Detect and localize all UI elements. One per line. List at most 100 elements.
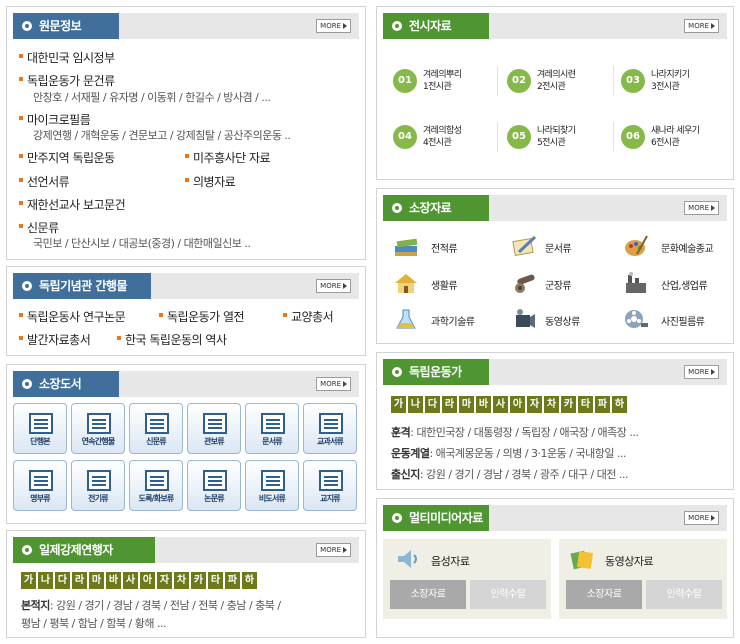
index-button[interactable]: 아 bbox=[510, 396, 525, 413]
index-button[interactable]: 다 bbox=[425, 396, 440, 413]
holdings-button[interactable]: 소장자료 bbox=[390, 580, 466, 609]
panel-tab[interactable]: 소장자료 bbox=[383, 195, 489, 221]
list-item[interactable]: 독립운동사 연구논문 bbox=[19, 308, 126, 325]
index-button[interactable]: 라 bbox=[442, 396, 457, 413]
panel-title: 멀티미디어자료 bbox=[409, 511, 483, 525]
library-button[interactable]: 비도서류 bbox=[245, 460, 299, 511]
more-button[interactable]: MORE bbox=[684, 365, 719, 379]
more-button[interactable]: MORE bbox=[684, 19, 719, 33]
panel-tab[interactable]: 일제강제연행자 bbox=[13, 537, 155, 563]
origin-links[interactable]: 본적지: 강원 / 경기 / 경남 / 경북 / 전남 / 전북 / 충남 / … bbox=[21, 597, 281, 613]
audio-box: 음성자료 소장자료 인력수탈 bbox=[383, 539, 551, 619]
index-button[interactable]: 바 bbox=[106, 572, 121, 589]
index-button[interactable]: 하 bbox=[242, 572, 257, 589]
list-item[interactable]: 한국 독립운동의 역사 bbox=[117, 331, 227, 348]
list-item[interactable]: 독립운동가 열전 bbox=[159, 308, 245, 325]
filter-row[interactable]: 훈격: 대한민국장 / 대통령장 / 독립장 / 애국장 / 애족장 ... bbox=[391, 424, 639, 440]
panel-title: 전시자료 bbox=[409, 19, 452, 33]
index-button[interactable]: 라 bbox=[72, 572, 87, 589]
library-button[interactable]: 교과서류 bbox=[303, 403, 357, 454]
bullet-icon bbox=[19, 201, 23, 205]
index-button[interactable]: 나 bbox=[38, 572, 53, 589]
bullet-icon bbox=[19, 154, 23, 158]
library-button[interactable]: 문서류 bbox=[245, 403, 299, 454]
palette-icon bbox=[625, 235, 648, 256]
panel-tab[interactable]: 독립기념관 간행물 bbox=[13, 273, 151, 299]
forced-panel: 일제강제연행자 MORE 가나다라마바사아자차카타파하 본적지: 강원 / 경기… bbox=[6, 530, 366, 638]
list-item[interactable]: 교양총서 bbox=[283, 308, 334, 325]
library-button[interactable]: 연속간행물 bbox=[71, 403, 125, 454]
labor-button[interactable]: 인력수탈 bbox=[470, 580, 546, 609]
list-item[interactable]: 독립운동가 문건류 bbox=[19, 72, 115, 89]
sub-links[interactable]: 국민보 / 단산시보 / 대공보(중경) / 대한매일신보 .. bbox=[33, 235, 251, 251]
index-button[interactable]: 파 bbox=[595, 396, 610, 413]
index-button[interactable]: 차 bbox=[544, 396, 559, 413]
index-button[interactable]: 사 bbox=[493, 396, 508, 413]
hall-name: 겨레의시련 2전시관 bbox=[537, 70, 576, 92]
more-button[interactable]: MORE bbox=[316, 19, 351, 33]
speaker-icon bbox=[398, 550, 417, 568]
index-button[interactable]: 자 bbox=[157, 572, 172, 589]
list-item[interactable]: 선언서류 bbox=[19, 173, 70, 190]
bullet-icon bbox=[22, 21, 32, 31]
library-button[interactable]: 관보류 bbox=[187, 403, 241, 454]
index-button[interactable]: 가 bbox=[21, 572, 36, 589]
panel-tab[interactable]: 독립운동가 bbox=[383, 359, 489, 385]
more-button[interactable]: MORE bbox=[316, 543, 351, 557]
index-button[interactable]: 나 bbox=[408, 396, 423, 413]
index-button[interactable]: 타 bbox=[578, 396, 593, 413]
more-button[interactable]: MORE bbox=[684, 201, 719, 215]
panel-tab[interactable]: 소장도서 bbox=[13, 371, 119, 397]
index-button[interactable]: 아 bbox=[140, 572, 155, 589]
holdings-button[interactable]: 소장자료 bbox=[566, 580, 642, 609]
bullet-icon bbox=[392, 513, 402, 523]
initial-index: 가나다라마바사아자차카타파하 bbox=[21, 572, 257, 589]
filter-row[interactable]: 운동계열: 애국계몽운동 / 의병 / 3·1운동 / 국내항일 ... bbox=[391, 445, 626, 461]
publications-panel: 독립기념관 간행물 MORE 독립운동사 연구논문 독립운동가 열전 교양총서 … bbox=[6, 266, 366, 356]
list-item[interactable]: 신문류 bbox=[19, 219, 59, 236]
list-item[interactable]: 재한선교사 보고문건 bbox=[19, 196, 126, 213]
filter-row[interactable]: 출신지: 강원 / 경기 / 경남 / 경북 / 광주 / 대구 / 대전 ..… bbox=[391, 466, 628, 482]
index-button[interactable]: 사 bbox=[123, 572, 138, 589]
list-item[interactable]: 대한민국 임시정부 bbox=[19, 49, 115, 66]
index-button[interactable]: 다 bbox=[55, 572, 70, 589]
library-button[interactable]: 도록/화보류 bbox=[129, 460, 183, 511]
panel-tab[interactable]: 전시자료 bbox=[383, 13, 489, 39]
index-button[interactable]: 하 bbox=[612, 396, 627, 413]
library-button[interactable]: 단행본 bbox=[13, 403, 67, 454]
library-button[interactable]: 명부류 bbox=[13, 460, 67, 511]
sub-links[interactable]: 안창호 / 서재필 / 유자명 / 이동휘 / 한길수 / 방사겸 / ... bbox=[33, 89, 271, 105]
sub-links[interactable]: 강제연행 / 개혁운동 / 견문보고 / 강제침탈 / 공산주의운동 .. bbox=[33, 127, 291, 143]
panel-tab[interactable]: 원문정보 bbox=[13, 13, 119, 39]
index-button[interactable]: 카 bbox=[561, 396, 576, 413]
index-button[interactable]: 바 bbox=[476, 396, 491, 413]
index-button[interactable]: 마 bbox=[89, 572, 104, 589]
more-button[interactable]: MORE bbox=[316, 377, 351, 391]
video-icon bbox=[570, 550, 594, 570]
library-button[interactable]: 교지류 bbox=[303, 460, 357, 511]
index-button[interactable]: 파 bbox=[225, 572, 240, 589]
labor-button[interactable]: 인력수탈 bbox=[646, 580, 722, 609]
library-button[interactable]: 전기류 bbox=[71, 460, 125, 511]
arrow-right-icon bbox=[711, 205, 715, 211]
library-button[interactable]: 논문류 bbox=[187, 460, 241, 511]
index-button[interactable]: 가 bbox=[391, 396, 406, 413]
more-button[interactable]: MORE bbox=[316, 279, 351, 293]
index-button[interactable]: 타 bbox=[208, 572, 223, 589]
list-item[interactable]: 만주지역 독립운동 bbox=[19, 149, 115, 166]
list-item[interactable]: 발간자료총서 bbox=[19, 331, 91, 348]
library-button[interactable]: 신문류 bbox=[129, 403, 183, 454]
bullet-icon bbox=[283, 313, 287, 317]
panel-tab[interactable]: 멀티미디어자료 bbox=[383, 505, 489, 531]
index-button[interactable]: 카 bbox=[191, 572, 206, 589]
origin-links[interactable]: 평남 / 평북 / 함남 / 함북 / 황해 ... bbox=[21, 615, 166, 631]
list-item[interactable]: 마이크로필름 bbox=[19, 111, 91, 128]
list-item[interactable]: 미주흥사단 자료 bbox=[185, 149, 271, 166]
list-item[interactable]: 의병자료 bbox=[185, 173, 236, 190]
index-button[interactable]: 마 bbox=[459, 396, 474, 413]
more-button[interactable]: MORE bbox=[684, 511, 719, 525]
bullet-icon bbox=[392, 203, 402, 213]
book-icon bbox=[29, 413, 53, 434]
index-button[interactable]: 차 bbox=[174, 572, 189, 589]
index-button[interactable]: 자 bbox=[527, 396, 542, 413]
